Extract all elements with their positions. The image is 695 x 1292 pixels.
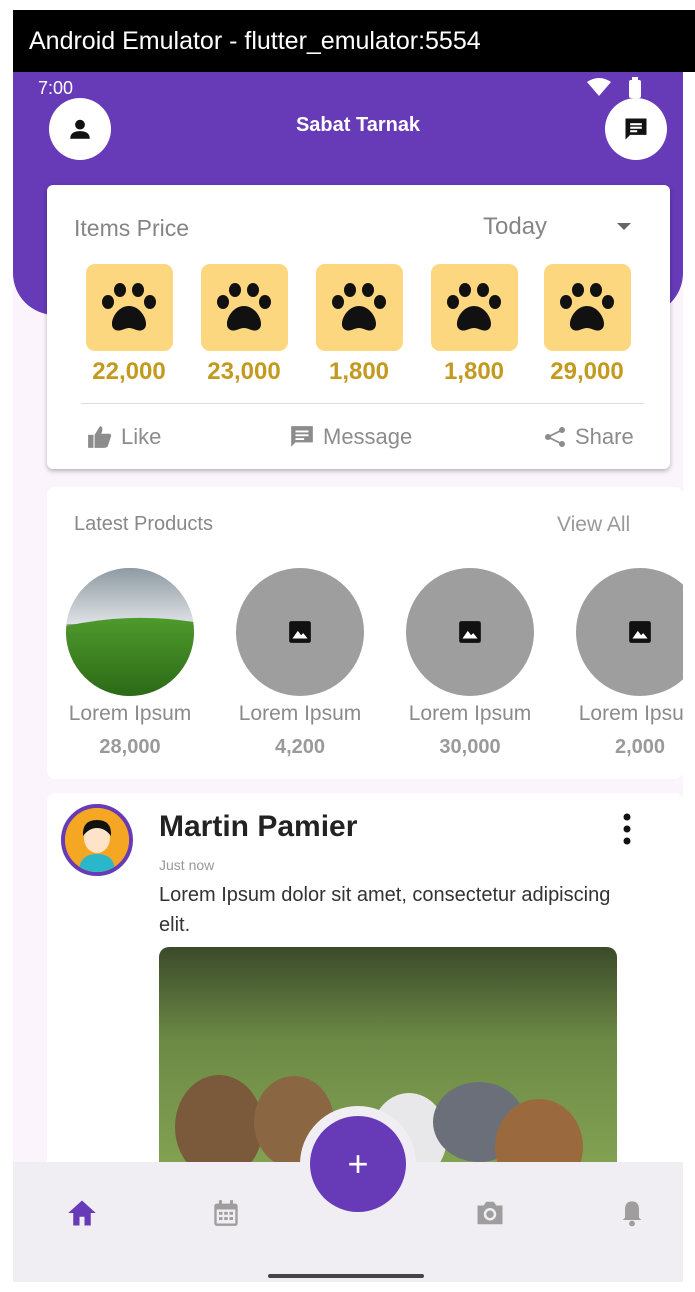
items-price-card: Items Price Today 22,000 23,000 1,800 1,… [47,185,670,469]
window-title-bar: Android Emulator - flutter_emulator:5554 [13,10,695,72]
period-dropdown[interactable]: Today [483,213,547,241]
bell-icon[interactable] [615,1196,649,1230]
post-text: Lorem Ipsum dolor sit amet, consectetur … [159,884,611,936]
price-item[interactable]: 1,800 [426,264,522,386]
field-photo [66,568,194,696]
paw-icon [543,264,631,351]
camera-icon[interactable] [473,1196,507,1230]
status-time: 7:00 [38,78,74,98]
item-price: 1,800 [328,358,390,385]
avatar[interactable] [61,804,133,876]
thumbs-up-icon [88,426,112,448]
product-item[interactable]: Lorem Ipsum 30,000 [390,568,550,759]
product-name: Lorem Ipsum [578,702,683,725]
view-all-link[interactable]: View All [557,513,630,537]
item-price: 29,000 [550,358,624,385]
item-price: 22,000 [92,358,166,385]
product-name: Lorem Ipsum [238,702,362,725]
price-item[interactable]: 23,000 [196,264,292,386]
product-item[interactable]: Lorem Ipsum 2,000 [560,568,683,759]
placeholder-image-icon [236,568,364,696]
price-item[interactable]: 1,800 [311,264,407,386]
latest-products-card: Latest Products View All Lorem Ipsum 28,… [47,487,683,779]
home-indicator[interactable] [268,1274,424,1278]
item-price: 1,800 [443,358,505,385]
chat-icon [625,118,647,140]
post-time: Just now [159,857,215,873]
placeholder-image-icon [576,568,683,696]
latest-products-title: Latest Products [74,513,213,535]
app-title: Sabat Tarnak [295,114,421,136]
placeholder-image-icon [406,568,534,696]
add-fab-button[interactable]: + [310,1116,406,1212]
product-price: 4,200 [274,736,326,758]
like-label: Like [121,424,162,449]
product-item[interactable]: Lorem Ipsum 28,000 [50,568,210,759]
price-item[interactable]: 29,000 [539,264,635,386]
more-vert-icon[interactable] [621,809,633,849]
paw-icon [85,264,173,351]
item-price: 23,000 [207,358,281,385]
product-item[interactable]: Lorem Ipsum 4,200 [220,568,380,759]
product-name: Lorem Ipsum [68,702,192,725]
dropdown-arrow-icon[interactable] [617,223,631,230]
like-button[interactable]: Like [87,417,161,457]
home-icon[interactable] [65,1196,99,1230]
paw-icon [200,264,288,351]
price-item[interactable]: 22,000 [81,264,177,386]
price-card-title: Items Price [74,215,190,241]
product-name: Lorem Ipsum [408,702,532,725]
paw-icon [315,264,403,351]
message-button[interactable]: Message [289,417,412,457]
product-price: 28,000 [99,736,161,758]
window-title: Android Emulator - flutter_emulator:5554 [29,27,481,55]
message-icon [291,426,313,447]
share-label: Share [575,424,634,449]
price-items-row: 22,000 23,000 1,800 1,800 29,000 [81,264,641,386]
post-author[interactable]: Martin Pamier [159,810,357,844]
product-price: 30,000 [439,736,501,758]
status-bar: 7:00 [13,72,683,112]
message-label: Message [323,424,413,449]
phone-screen: 7:00 Sabat Tarnak Items Price Today 22,0… [13,72,683,1282]
share-button[interactable]: Share [543,417,634,457]
card-divider [81,403,644,404]
product-price: 2,000 [614,736,666,758]
paw-icon [430,264,518,351]
share-icon [545,427,565,447]
chat-button[interactable] [605,98,667,160]
calendar-icon[interactable] [209,1196,243,1230]
